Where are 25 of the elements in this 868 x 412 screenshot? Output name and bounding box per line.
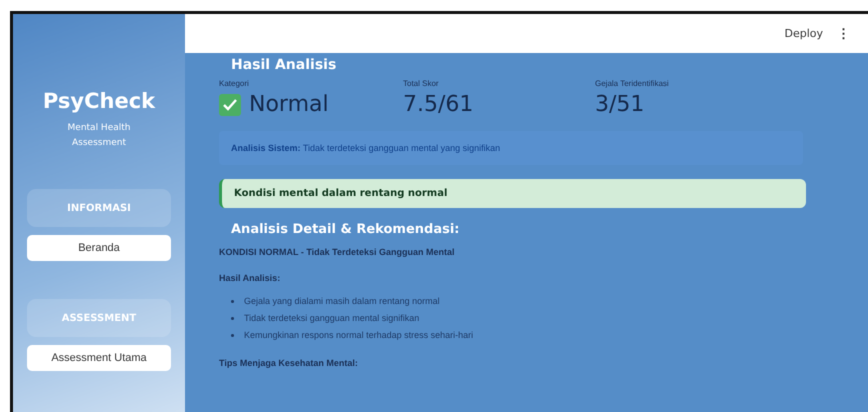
deploy-button[interactable]: Deploy xyxy=(784,27,823,40)
metric-label: Gejala Teridentifikasi xyxy=(595,79,670,88)
bullet-item: Tidak terdeteksi gangguan mental signifikan xyxy=(231,313,826,323)
metric-value: Normal xyxy=(249,92,329,117)
metric-label: Kategori xyxy=(219,79,250,88)
metric-value: 3/51 xyxy=(595,92,644,117)
section-heading: INFORMASI xyxy=(27,189,171,227)
info-message: Analisis Sistem: Tidak terdeteksi gangguan mental yang signifikan xyxy=(219,131,803,165)
subheading: Hasil Analisis: xyxy=(219,273,282,283)
check-icon xyxy=(219,94,241,116)
app-title: PsyCheck xyxy=(42,89,156,113)
section-title: Hasil Analisis xyxy=(231,57,338,73)
bullet-item: Kemungkinan respons normal terhadap stress sehari-hari xyxy=(231,330,826,340)
status-text: KONDISI NORMAL - Tidak Terdeteksi Gangguan Mental xyxy=(219,247,456,257)
subheading: Tips Menjaga Kesehatan Mental: xyxy=(219,358,359,368)
nav-button[interactable]: Beranda xyxy=(27,235,171,261)
bullet-item: Gejala yang dialami masih dalam rentang normal xyxy=(231,296,826,306)
menu-button[interactable]: ⋮ xyxy=(837,26,850,41)
metric-value: 7.5/61 xyxy=(403,92,474,117)
section-heading: ASSESSMENT xyxy=(27,299,171,337)
section-title: Analisis Detail & Rekomendasi: xyxy=(231,222,460,237)
app-subtitle: Mental Health Assessment xyxy=(66,122,132,150)
success-message: Kondisi mental dalam rentang normal xyxy=(219,179,806,208)
nav-button[interactable]: Assessment Utama xyxy=(27,345,171,371)
metric-label: Total Skor xyxy=(403,79,440,88)
